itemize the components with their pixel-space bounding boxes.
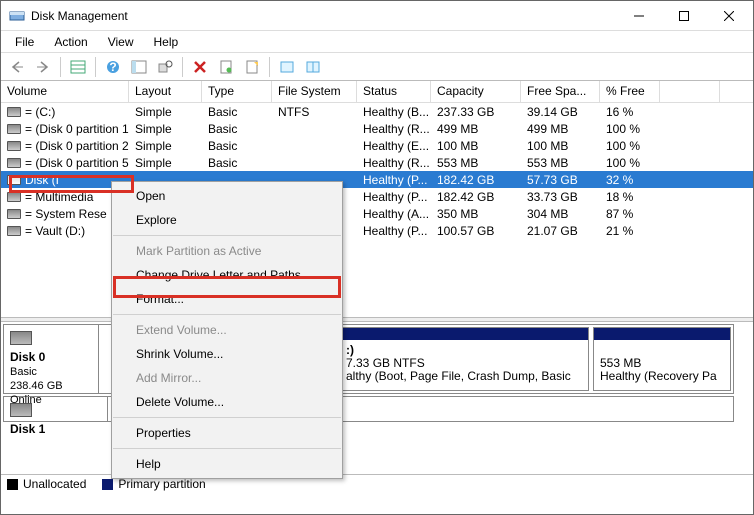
col-volume[interactable]: Volume: [1, 81, 129, 102]
menubar: File Action View Help: [1, 31, 753, 53]
volume-row[interactable]: = (Disk 0 partition 5)SimpleBasicHealthy…: [1, 154, 753, 171]
volume-row[interactable]: = (C:)SimpleBasicNTFSHealthy (B...237.33…: [1, 103, 753, 120]
ctx-explore[interactable]: Explore: [112, 208, 342, 232]
properties-button[interactable]: [214, 55, 238, 79]
volume-icon: [7, 175, 21, 185]
graphical-view-button[interactable]: [127, 55, 151, 79]
col-layout[interactable]: Layout: [129, 81, 202, 102]
table-view-button[interactable]: [66, 55, 90, 79]
context-menu: OpenExplore Mark Partition as ActiveChang…: [111, 181, 343, 479]
help-button[interactable]: ?: [101, 55, 125, 79]
maximize-button[interactable]: [661, 2, 706, 30]
volume-icon: [7, 124, 21, 134]
ctx-properties[interactable]: Properties: [112, 421, 342, 445]
settings-button[interactable]: [153, 55, 177, 79]
col-freespace[interactable]: Free Spa...: [521, 81, 600, 102]
disk-icon: [10, 403, 32, 417]
forward-button[interactable]: [31, 55, 55, 79]
ctx-format[interactable]: Format...: [112, 287, 342, 311]
col-status[interactable]: Status: [357, 81, 431, 102]
legend-unallocated: Unallocated: [7, 477, 86, 491]
new-partition-button[interactable]: [240, 55, 264, 79]
svg-text:?: ?: [109, 60, 116, 74]
volume-row[interactable]: = (Disk 0 partition 1)SimpleBasicHealthy…: [1, 120, 753, 137]
ctx-help[interactable]: Help: [112, 452, 342, 476]
ctx-extend-volume: Extend Volume...: [112, 318, 342, 342]
menu-help[interactable]: Help: [146, 33, 187, 51]
back-button[interactable]: [5, 55, 29, 79]
col-pctfree[interactable]: % Free: [600, 81, 660, 102]
disk-info: Disk 0Basic238.46 GBOnline: [4, 325, 99, 393]
col-spacer: [660, 81, 720, 102]
col-type[interactable]: Type: [202, 81, 272, 102]
volume-icon: [7, 107, 21, 117]
volume-icon: [7, 158, 21, 168]
disk-info: Disk 1: [4, 397, 108, 421]
delete-button[interactable]: [188, 55, 212, 79]
volume-row[interactable]: = (Disk 0 partition 2)SimpleBasicHealthy…: [1, 137, 753, 154]
close-button[interactable]: [706, 2, 751, 30]
volume-icon: [7, 141, 21, 151]
titlebar: Disk Management: [1, 1, 753, 31]
ctx-open[interactable]: Open: [112, 184, 342, 208]
ctx-change-drive-letter-and-paths[interactable]: Change Drive Letter and Paths...: [112, 263, 342, 287]
toolbar: ?: [1, 53, 753, 81]
minimize-button[interactable]: [616, 2, 661, 30]
volume-icon: [7, 192, 21, 202]
menu-action[interactable]: Action: [46, 33, 95, 51]
ctx-delete-volume[interactable]: Delete Volume...: [112, 390, 342, 414]
volume-icon: [7, 226, 21, 236]
ctx-shrink-volume[interactable]: Shrink Volume...: [112, 342, 342, 366]
column-headers: Volume Layout Type File System Status Ca…: [1, 81, 753, 103]
rescan-button[interactable]: [301, 55, 325, 79]
ctx-add-mirror: Add Mirror...: [112, 366, 342, 390]
volume-icon: [7, 209, 21, 219]
menu-file[interactable]: File: [7, 33, 42, 51]
partition[interactable]: :)7.33 GB NTFSalthy (Boot, Page File, Cr…: [339, 327, 589, 391]
menu-view[interactable]: View: [100, 33, 142, 51]
partition[interactable]: 553 MBHealthy (Recovery Pa: [593, 327, 731, 391]
refresh-button[interactable]: [275, 55, 299, 79]
ctx-mark-partition-as-active: Mark Partition as Active: [112, 239, 342, 263]
disk-icon: [10, 331, 32, 345]
col-capacity[interactable]: Capacity: [431, 81, 521, 102]
col-filesystem[interactable]: File System: [272, 81, 357, 102]
app-icon: [9, 8, 25, 24]
window-title: Disk Management: [31, 9, 616, 23]
